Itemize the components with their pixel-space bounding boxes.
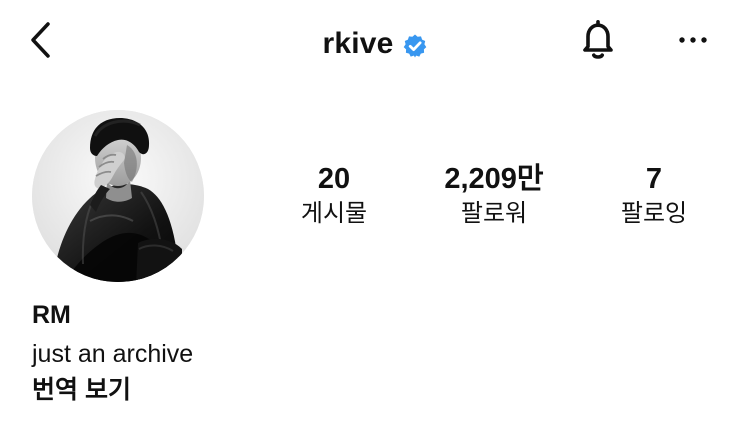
bio-text: just an archive <box>32 340 194 368</box>
back-arrow-icon <box>28 20 52 65</box>
followers-label: 팔로워 <box>460 200 528 227</box>
following-label: 팔로잉 <box>620 200 688 227</box>
followers-count: 2,209만 <box>444 163 544 195</box>
profile-bio: RM just an archive 번역 보기 <box>32 298 712 408</box>
posts-stat[interactable]: 20 게시물 <box>264 162 404 230</box>
bell-icon <box>577 16 619 69</box>
profile-page: rkive 20 게시물 2,209만 팔로워 7 팔로잉 RM just an… <box>0 0 750 429</box>
verified-badge-icon <box>402 33 428 59</box>
profile-header: rkive <box>0 0 750 90</box>
username-title: rkive <box>322 27 394 60</box>
following-count: 7 <box>645 163 663 195</box>
back-button[interactable] <box>18 20 62 64</box>
profile-title: rkive <box>0 22 750 66</box>
more-options-button[interactable] <box>671 20 715 64</box>
following-stat[interactable]: 7 팔로잉 <box>584 162 724 230</box>
notifications-button[interactable] <box>574 18 622 66</box>
translate-link[interactable]: 번역 보기 <box>32 372 712 408</box>
posts-count: 20 <box>317 163 351 195</box>
posts-label: 게시물 <box>300 200 368 227</box>
more-options-icon <box>676 33 710 51</box>
display-name: RM <box>32 301 71 329</box>
avatar-image <box>32 110 204 282</box>
profile-avatar[interactable] <box>32 110 204 282</box>
followers-stat[interactable]: 2,209만 팔로워 <box>424 162 564 230</box>
